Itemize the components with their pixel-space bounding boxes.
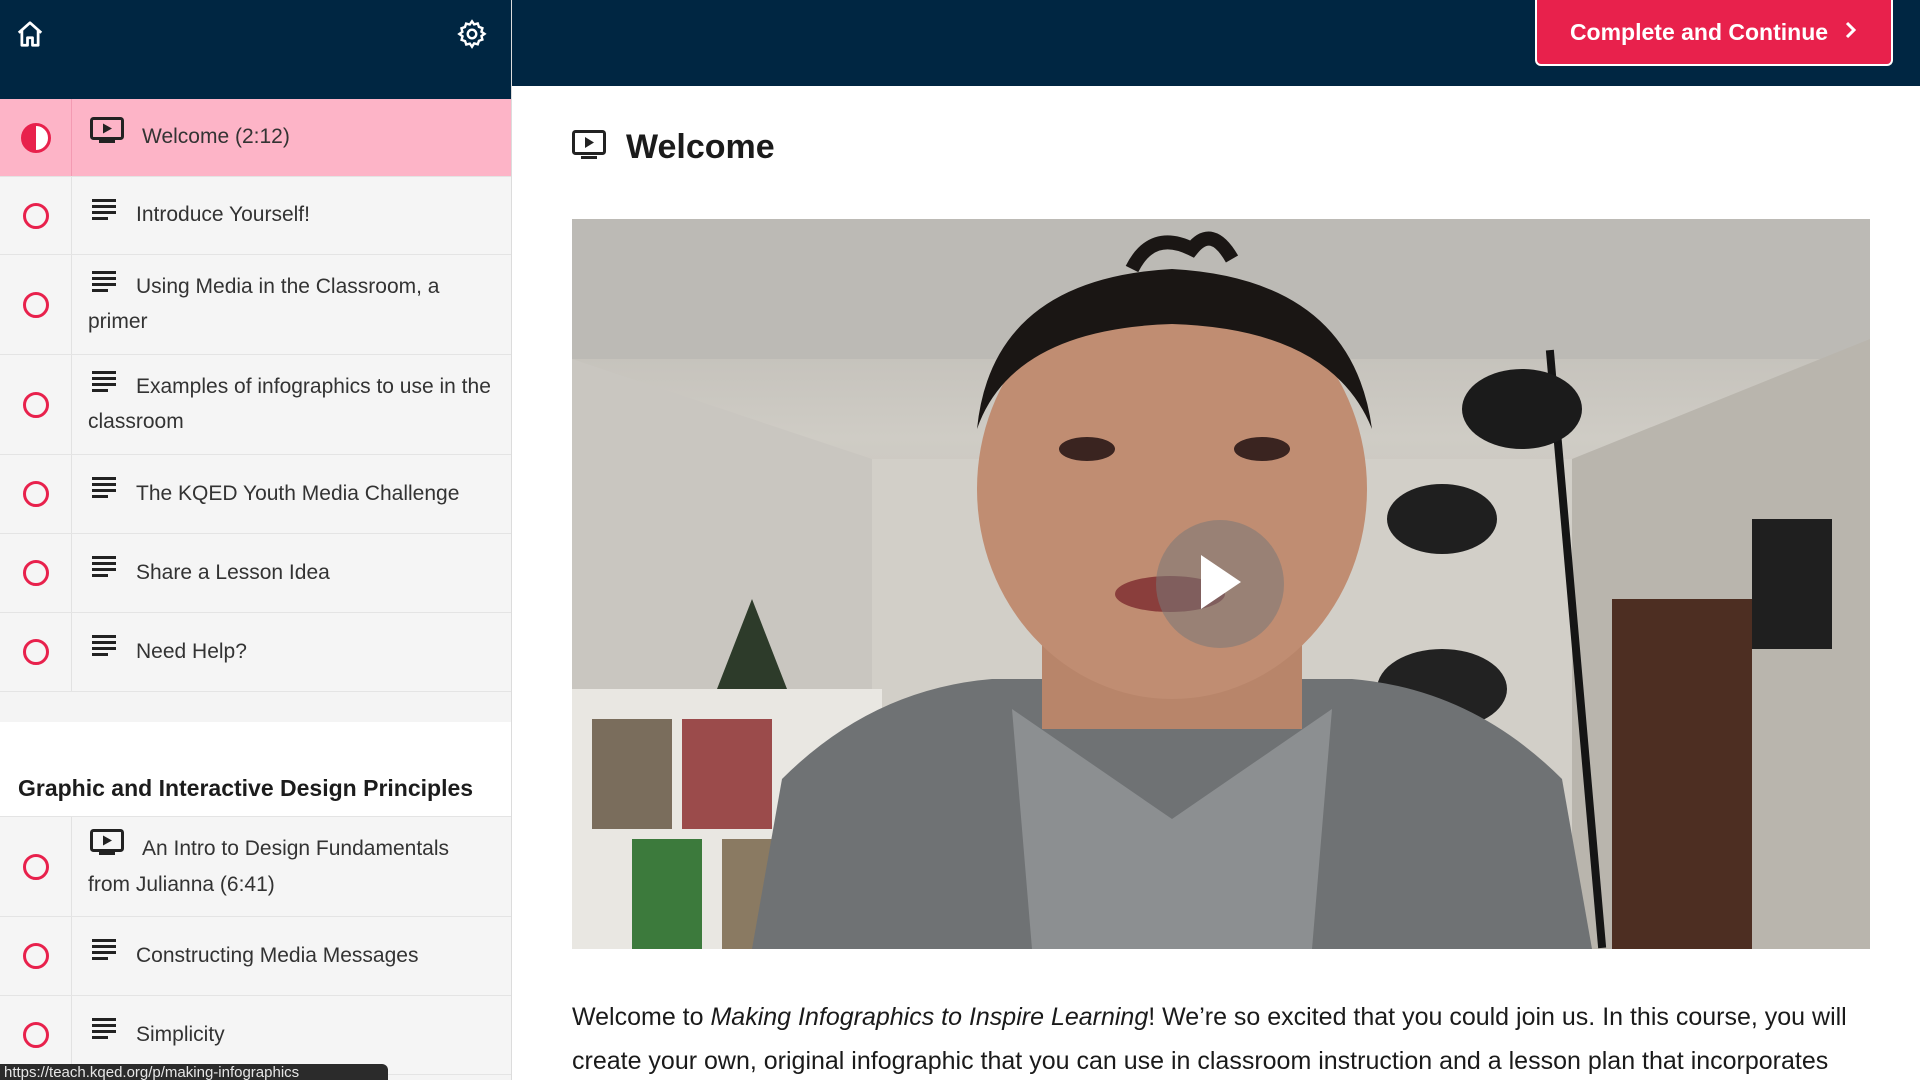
text-lesson-icon bbox=[90, 269, 118, 303]
lesson-title: Welcome (2:12) bbox=[142, 125, 290, 149]
lesson-list: Welcome (2:12) Introduce Yourself! Using… bbox=[0, 99, 511, 1075]
sidebar-header bbox=[0, 0, 511, 99]
lesson-item[interactable]: Constructing Media Messages bbox=[0, 917, 511, 996]
lesson-title: Examples of infographics to use in the c… bbox=[88, 375, 491, 433]
lesson-title: The KQED Youth Media Challenge bbox=[136, 481, 460, 505]
lesson-item[interactable]: Share a Lesson Idea bbox=[0, 534, 511, 613]
lesson-title: Using Media in the Classroom, a primer bbox=[88, 275, 440, 333]
incomplete-circle-icon bbox=[22, 291, 49, 318]
incomplete-circle-icon bbox=[22, 560, 49, 586]
lecture-heading: Welcome bbox=[572, 128, 775, 167]
progress-status[interactable] bbox=[0, 534, 72, 612]
incomplete-circle-icon bbox=[22, 202, 49, 229]
lesson-title: An Intro to Design Fundamentals from Jul… bbox=[88, 837, 450, 896]
progress-status[interactable] bbox=[0, 455, 72, 533]
video-lesson-icon bbox=[90, 117, 124, 154]
lesson-title: Need Help? bbox=[136, 639, 247, 663]
section-heading: Graphic and Interactive Design Principle… bbox=[0, 722, 511, 817]
text-lesson-icon bbox=[90, 475, 118, 509]
incomplete-circle-icon bbox=[22, 1022, 49, 1048]
gear-icon[interactable] bbox=[455, 17, 489, 51]
progress-status[interactable] bbox=[0, 917, 72, 995]
text-lesson-icon bbox=[90, 633, 118, 667]
half-complete-icon bbox=[20, 122, 51, 153]
lecture-description: Welcome to Making Infographics to Inspir… bbox=[572, 995, 1882, 1083]
text-lesson-icon bbox=[90, 1016, 118, 1050]
complete-and-continue-button[interactable]: Complete and Continue bbox=[1535, 0, 1893, 66]
incomplete-circle-icon bbox=[22, 481, 49, 507]
lesson-title: Simplicity bbox=[136, 1022, 225, 1046]
lesson-item[interactable]: The KQED Youth Media Challenge bbox=[0, 455, 511, 534]
play-icon bbox=[1195, 551, 1245, 618]
progress-status[interactable] bbox=[0, 996, 72, 1074]
incomplete-circle-icon bbox=[22, 391, 49, 418]
text-lesson-icon bbox=[90, 554, 118, 588]
incomplete-circle-icon bbox=[22, 943, 49, 969]
lesson-item-welcome[interactable]: Welcome (2:12) bbox=[0, 99, 511, 177]
lesson-item[interactable]: Introduce Yourself! bbox=[0, 177, 511, 255]
link-status-url: https://teach.kqed.org/p/making-infograp… bbox=[0, 1064, 388, 1080]
progress-status[interactable] bbox=[0, 255, 72, 354]
description-text: Welcome to bbox=[572, 1003, 711, 1031]
video-player[interactable] bbox=[572, 219, 1870, 949]
chevron-right-icon bbox=[1844, 19, 1858, 45]
video-lesson-icon bbox=[572, 130, 606, 165]
lesson-item[interactable]: An Intro to Design Fundamentals from Jul… bbox=[0, 817, 511, 917]
course-name: Making Infographics to Inspire Learning bbox=[710, 1003, 1149, 1031]
lesson-title: Share a Lesson Idea bbox=[136, 560, 330, 584]
incomplete-circle-icon bbox=[22, 639, 49, 665]
lesson-item[interactable]: Using Media in the Classroom, a primer bbox=[0, 255, 511, 355]
text-lesson-icon bbox=[90, 369, 118, 403]
page-title: Welcome bbox=[626, 128, 775, 166]
play-button[interactable] bbox=[1156, 520, 1284, 648]
progress-status[interactable] bbox=[0, 613, 72, 691]
progress-status[interactable] bbox=[0, 177, 72, 254]
home-icon[interactable] bbox=[13, 17, 47, 51]
lesson-title: Constructing Media Messages bbox=[136, 943, 419, 967]
text-lesson-icon bbox=[90, 197, 118, 231]
complete-button-label: Complete and Continue bbox=[1569, 18, 1829, 45]
text-lesson-icon bbox=[90, 937, 118, 971]
lesson-title: Introduce Yourself! bbox=[136, 203, 310, 227]
top-bar: Complete and Continue bbox=[512, 0, 1920, 86]
progress-status[interactable] bbox=[0, 355, 72, 454]
video-lesson-icon bbox=[90, 829, 124, 866]
progress-status[interactable] bbox=[0, 99, 72, 176]
lesson-item[interactable]: Need Help? bbox=[0, 613, 511, 692]
progress-status[interactable] bbox=[0, 817, 72, 916]
course-sidebar: Welcome (2:12) Introduce Yourself! Using… bbox=[0, 0, 512, 1080]
lesson-item[interactable]: Examples of infographics to use in the c… bbox=[0, 355, 511, 455]
incomplete-circle-icon bbox=[22, 853, 49, 880]
section-spacer bbox=[0, 692, 511, 722]
